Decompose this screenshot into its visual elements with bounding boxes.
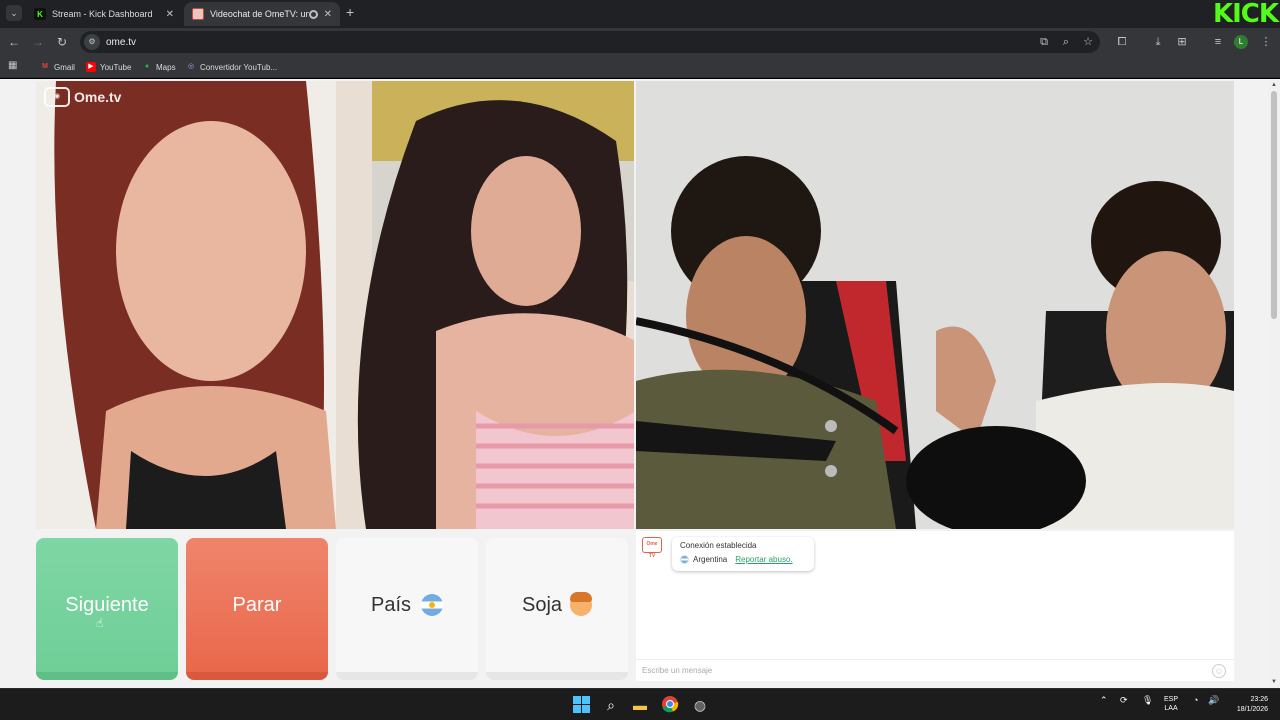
close-icon[interactable]: ✕ xyxy=(166,9,174,20)
tab-kick-dashboard[interactable]: K Stream - Kick Dashboard ✕ xyxy=(26,2,182,26)
ometv-icon xyxy=(192,8,204,20)
language-indicator[interactable]: ESP LAA xyxy=(1164,695,1178,713)
apps-grid-icon[interactable]: ▦ xyxy=(8,60,20,72)
watermark-text: Ome.tv xyxy=(74,89,122,105)
tab-bar: ⌄ K Stream - Kick Dashboard ✕ Videochat … xyxy=(0,0,1280,28)
install-app-icon[interactable]: ⧉ xyxy=(1036,34,1052,50)
download-icon[interactable]: ⤓ xyxy=(1150,34,1166,50)
bookmark-maps[interactable]: ● Maps xyxy=(142,60,176,74)
scroll-up-icon[interactable]: ▲ xyxy=(1270,81,1278,89)
tab-title: Stream - Kick Dashboard xyxy=(52,9,153,19)
extensions-icon[interactable]: ⧠ xyxy=(1114,34,1130,50)
windows-start-icon[interactable] xyxy=(573,696,590,713)
tray-overflow-icon[interactable]: ⌃ xyxy=(1100,695,1108,706)
argentina-flag-icon xyxy=(680,555,689,564)
language-layout: LAA xyxy=(1164,705,1178,712)
emoji-icon[interactable]: ☺ xyxy=(1212,664,1226,678)
microphone-icon[interactable]: 🎙 xyxy=(1142,695,1153,706)
chat-panel: Ome TV Conexión establecida Argentina Re… xyxy=(636,531,1234,681)
ometv-watermark: ◉ Ome.tv xyxy=(44,87,121,107)
tab-search-button[interactable]: ⌄ xyxy=(6,5,22,21)
tab-title: Videochat de OmeTV: una xyxy=(210,9,309,19)
scroll-thumb[interactable] xyxy=(1271,91,1277,319)
partner-country: Argentina xyxy=(693,555,728,564)
wifi-icon[interactable]: ◔ xyxy=(1193,695,1198,705)
system-clock[interactable]: 23:26 18/1/2026 xyxy=(1226,695,1268,715)
gmail-icon: M xyxy=(42,63,48,70)
translate-icon[interactable]: ⊞ xyxy=(1174,34,1190,50)
youtube-icon: ▶ xyxy=(86,62,96,72)
kick-logo: KICK xyxy=(1198,0,1280,28)
language-code: ESP xyxy=(1164,696,1179,703)
next-button[interactable]: Siguiente xyxy=(36,538,178,680)
system-message: Conexión establecida Argentina Reportar … xyxy=(672,537,814,571)
hand-cursor-icon: ☝ xyxy=(96,616,104,630)
new-tab-button[interactable]: + xyxy=(346,5,360,21)
bookmark-label: YouTube xyxy=(100,62,132,72)
page-scrollbar[interactable]: ▲ ▼ xyxy=(1268,79,1280,688)
country-button-label: País xyxy=(370,593,412,616)
remote-video-frame xyxy=(36,81,634,529)
address-bar[interactable]: ⚙ ome.tv ⧉ ⌕ ☆ xyxy=(80,31,1100,53)
gender-button-label: Soja xyxy=(521,593,563,616)
converter-icon: ◎ xyxy=(187,63,195,70)
tab-ometv[interactable]: Videochat de OmeTV: una ✕ xyxy=(184,2,340,26)
local-video xyxy=(636,81,1234,529)
bookmark-label: Convertidor YouTub... xyxy=(200,62,278,72)
message-placeholder: Escribe un mensaje xyxy=(642,666,713,675)
stop-button-label: Parar xyxy=(232,593,282,616)
bookmark-converter[interactable]: ◎ Convertidor YouTub... xyxy=(186,60,277,74)
argentina-flag-icon xyxy=(421,594,444,616)
clock-time: 23:26 xyxy=(1250,696,1268,703)
bookmark-label: Maps xyxy=(156,62,176,72)
file-explorer-icon[interactable]: ▬ xyxy=(630,695,650,715)
bookmark-label: Gmail xyxy=(54,62,75,72)
remote-video: ◉ Ome.tv xyxy=(36,81,634,529)
country-filter-button[interactable]: País xyxy=(336,538,478,680)
stop-button[interactable]: Parar xyxy=(186,538,328,680)
reload-icon[interactable]: ↻ xyxy=(54,34,70,50)
maps-icon: ● xyxy=(144,63,150,70)
ometv-page: ◉ Ome.tv Siguiente Parar País Soja ☝ Ome… xyxy=(0,79,1268,688)
clock-date: 18/1/2026 xyxy=(1236,706,1268,713)
gender-filter-button[interactable]: Soja xyxy=(486,538,628,680)
forward-icon[interactable]: → xyxy=(30,34,46,50)
volume-icon[interactable]: 🔊 xyxy=(1208,695,1219,706)
connection-status: Conexión establecida xyxy=(680,541,757,550)
bookmark-youtube[interactable]: ▶ YouTube xyxy=(86,60,131,74)
chrome-icon[interactable] xyxy=(660,695,680,715)
menu-icon[interactable]: ⋮ xyxy=(1258,34,1274,50)
local-video-frame xyxy=(636,81,1234,529)
media-control-icon[interactable]: ≡ xyxy=(1210,34,1226,50)
next-button-label: Siguiente xyxy=(65,593,149,616)
message-input[interactable]: Escribe un mensaje ☺ xyxy=(636,659,1234,681)
boy-emoji-icon xyxy=(570,592,593,616)
scroll-down-icon[interactable]: ▼ xyxy=(1270,678,1278,686)
back-icon[interactable]: ← xyxy=(6,34,22,50)
bookmark-star-icon[interactable]: ☆ xyxy=(1080,34,1096,50)
url-text: ome.tv xyxy=(106,36,137,48)
obs-icon[interactable]: ◍ xyxy=(690,695,710,715)
site-info-icon[interactable]: ⚙ xyxy=(84,34,100,50)
bookmark-gmail[interactable]: M Gmail xyxy=(40,60,75,74)
sync-icon[interactable]: ⟳ xyxy=(1120,695,1128,706)
recording-icon xyxy=(308,9,318,19)
zoom-icon[interactable]: ⌕ xyxy=(1058,34,1074,50)
taskbar: ⌕ ▬ ◍ ⌃ ⟳ 🎙 ESP LAA ◔ 🔊 23:26 18/1/2026 xyxy=(0,688,1280,720)
ometv-logo-icon: ◉ xyxy=(44,87,70,107)
search-icon[interactable]: ⌕ xyxy=(601,695,621,715)
report-abuse-link[interactable]: Reportar abuso. xyxy=(735,555,792,564)
kick-icon: K xyxy=(34,8,46,20)
ometv-avatar: Ome TV xyxy=(642,537,662,559)
bookmarks-bar: ▦ M Gmail ▶ YouTube ● Maps ◎ Convertidor… xyxy=(0,56,1280,78)
browser-toolbar: ← → ↻ ⚙ ome.tv ⧉ ⌕ ☆ ⧠ ⤓ ⊞ ≡ L ⋮ xyxy=(0,28,1280,56)
chrome-logo xyxy=(662,696,679,713)
close-icon[interactable]: ✕ xyxy=(324,9,332,20)
profile-avatar[interactable]: L xyxy=(1234,35,1248,49)
